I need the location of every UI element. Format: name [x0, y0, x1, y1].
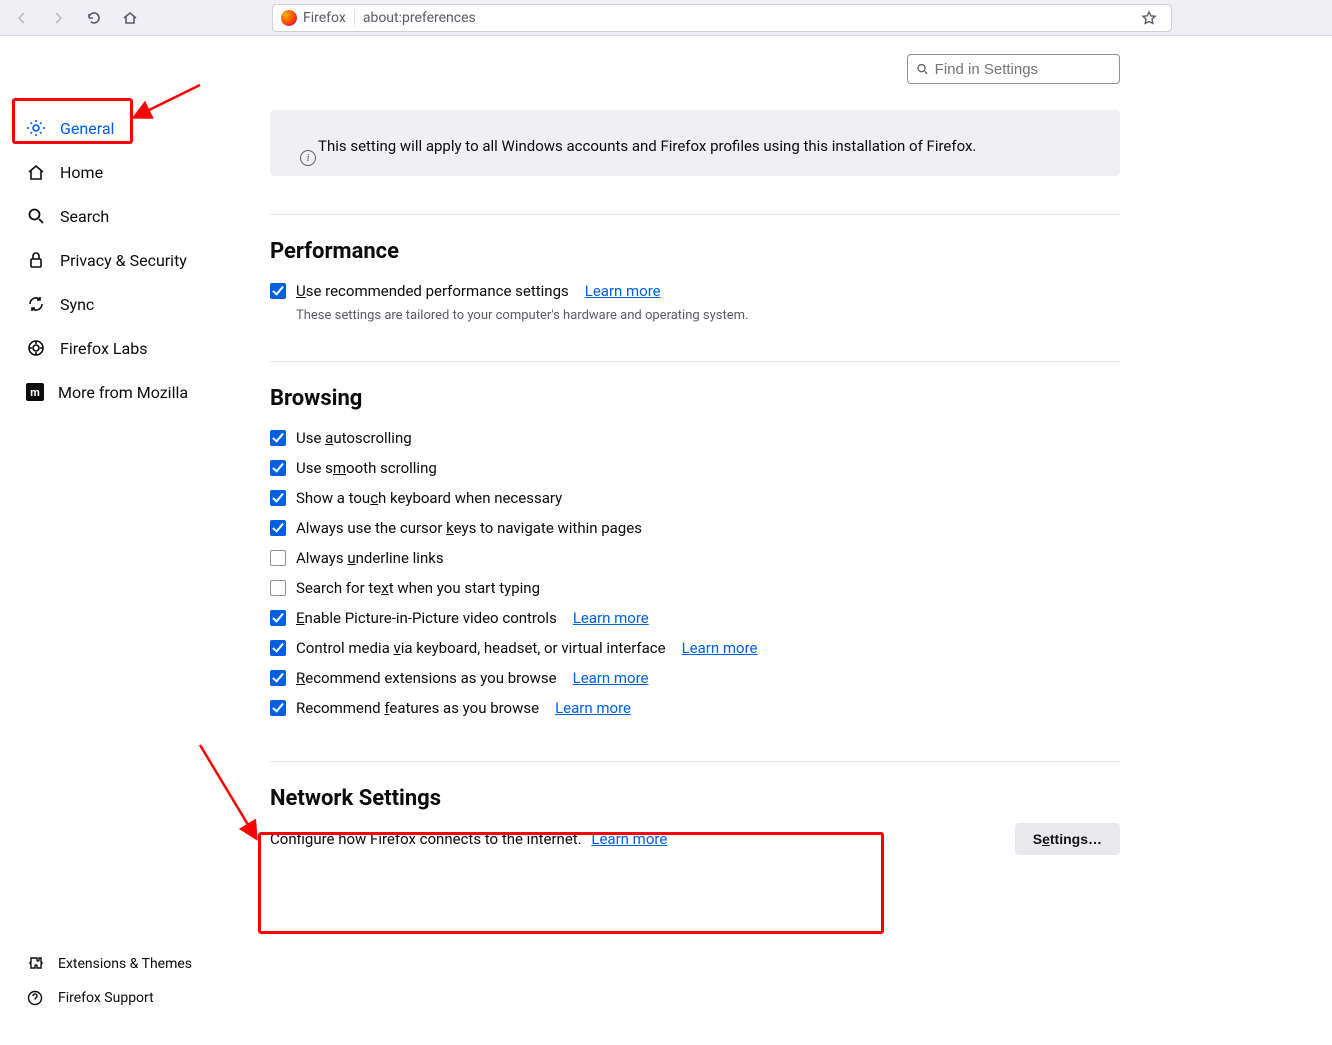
- help-icon: [26, 989, 44, 1007]
- find-in-settings[interactable]: [907, 54, 1120, 84]
- browsing-row: Recommend extensions as you browse Learn …: [270, 663, 1120, 693]
- url-text: about:preferences: [363, 10, 476, 26]
- browsing-row: Enable Picture-in-Picture video controls…: [270, 603, 1120, 633]
- browsing-learn-more-6[interactable]: Learn more: [573, 609, 649, 627]
- browsing-label-4[interactable]: Always underline links: [296, 549, 444, 567]
- network-learn-more[interactable]: Learn more: [591, 830, 667, 848]
- browsing-label-1[interactable]: Use smooth scrolling: [296, 459, 437, 477]
- browsing-learn-more-7[interactable]: Learn more: [682, 639, 758, 657]
- browsing-checkbox-5[interactable]: [270, 580, 286, 596]
- network-desc: Configure how Firefox connects to the in…: [270, 830, 582, 848]
- perf-recommended-row: Use recommended performance settings Lea…: [270, 276, 1120, 306]
- reload-button[interactable]: [80, 4, 108, 32]
- browsing-row: Control media via keyboard, headset, or …: [270, 633, 1120, 663]
- sync-icon: [26, 294, 46, 314]
- home-button[interactable]: [116, 4, 144, 32]
- url-bar[interactable]: Firefox about:preferences: [272, 4, 1172, 32]
- browsing-checkbox-1[interactable]: [270, 460, 286, 476]
- link-label: Firefox Support: [58, 990, 154, 1006]
- info-icon: i: [300, 150, 316, 166]
- browsing-label-3[interactable]: Always use the cursor keys to navigate w…: [296, 519, 642, 537]
- browsing-label-0[interactable]: Use autoscrolling: [296, 429, 412, 447]
- browsing-checkbox-7[interactable]: [270, 640, 286, 656]
- puzzle-icon: [26, 955, 44, 973]
- perf-learn-more[interactable]: Learn more: [585, 282, 661, 300]
- sidebar-item-sync[interactable]: Sync: [0, 282, 240, 326]
- sidebar-item-label: Privacy & Security: [60, 251, 187, 270]
- browsing-row: Use smooth scrolling: [270, 453, 1120, 483]
- gear-icon: [26, 118, 46, 138]
- browsing-checkbox-9[interactable]: [270, 700, 286, 716]
- category-sidebar: General Home Search Privacy & Security S…: [0, 36, 240, 1045]
- home-icon: [26, 162, 46, 182]
- sidebar-item-label: Search: [60, 207, 109, 226]
- flask-icon: [26, 338, 46, 358]
- browsing-learn-more-8[interactable]: Learn more: [573, 669, 649, 687]
- browsing-checkbox-3[interactable]: [270, 520, 286, 536]
- browsing-checkbox-6[interactable]: [270, 610, 286, 626]
- back-button[interactable]: [8, 4, 36, 32]
- sidebar-item-home[interactable]: Home: [0, 150, 240, 194]
- browsing-learn-more-9[interactable]: Learn more: [555, 699, 631, 717]
- sidebar-item-general[interactable]: General: [0, 106, 240, 150]
- perf-recommended-label[interactable]: Use recommended performance settings: [296, 282, 569, 300]
- browsing-checkbox-4[interactable]: [270, 550, 286, 566]
- browser-toolbar: Firefox about:preferences: [0, 0, 1332, 36]
- browsing-label-8[interactable]: Recommend extensions as you browse: [296, 669, 557, 687]
- search-icon: [916, 62, 929, 76]
- divider: [270, 214, 1120, 215]
- sidebar-item-label: Home: [60, 163, 103, 182]
- sidebar-item-label: Sync: [60, 295, 94, 314]
- info-box: i This setting will apply to all Windows…: [270, 110, 1120, 176]
- sidebar-item-privacy[interactable]: Privacy & Security: [0, 238, 240, 282]
- extensions-themes-link[interactable]: Extensions & Themes: [0, 947, 240, 981]
- sidebar-item-label: General: [60, 119, 114, 138]
- firefox-logo-icon: [281, 10, 297, 26]
- browsing-row: Show a touch keyboard when necessary: [270, 483, 1120, 513]
- divider: [270, 761, 1120, 762]
- main-content: i This setting will apply to all Windows…: [240, 36, 1160, 1045]
- browsing-row: Recommend features as you browse Learn mo…: [270, 693, 1120, 723]
- sidebar-item-labs[interactable]: Firefox Labs: [0, 326, 240, 370]
- network-settings-button[interactable]: Settings…: [1015, 823, 1120, 855]
- forward-button[interactable]: [44, 4, 72, 32]
- identity-label: Firefox: [303, 10, 346, 26]
- browsing-label-7[interactable]: Control media via keyboard, headset, or …: [296, 639, 666, 657]
- browsing-title: Browsing: [270, 386, 1120, 411]
- browsing-checkbox-2[interactable]: [270, 490, 286, 506]
- search-icon: [26, 206, 46, 226]
- sidebar-item-more-mozilla[interactable]: m More from Mozilla: [0, 370, 240, 414]
- browsing-row: Always underline links: [270, 543, 1120, 573]
- network-row: Configure how Firefox connects to the in…: [270, 823, 1120, 855]
- sidebar-item-search[interactable]: Search: [0, 194, 240, 238]
- mozilla-icon: m: [26, 383, 44, 401]
- lock-icon: [26, 250, 46, 270]
- browsing-label-9[interactable]: Recommend features as you browse: [296, 699, 539, 717]
- perf-recommended-checkbox[interactable]: [270, 283, 286, 299]
- network-title: Network Settings: [270, 786, 1120, 811]
- browsing-checkbox-0[interactable]: [270, 430, 286, 446]
- browsing-label-2[interactable]: Show a touch keyboard when necessary: [296, 489, 562, 507]
- find-input[interactable]: [935, 61, 1111, 78]
- firefox-support-link[interactable]: Firefox Support: [0, 981, 240, 1015]
- sidebar-item-label: More from Mozilla: [58, 383, 188, 402]
- sidebar-item-label: Firefox Labs: [60, 339, 147, 358]
- performance-title: Performance: [270, 239, 1120, 264]
- bookmark-star-icon[interactable]: [1135, 4, 1163, 32]
- browsing-label-6[interactable]: Enable Picture-in-Picture video controls: [296, 609, 557, 627]
- browsing-checkbox-8[interactable]: [270, 670, 286, 686]
- identity-box: Firefox: [281, 10, 355, 26]
- perf-subtext: These settings are tailored to your comp…: [296, 308, 1120, 323]
- link-label: Extensions & Themes: [58, 956, 192, 972]
- browsing-row: Use autoscrolling: [270, 423, 1120, 453]
- browsing-label-5[interactable]: Search for text when you start typing: [296, 579, 540, 597]
- divider: [270, 361, 1120, 362]
- info-text: This setting will apply to all Windows a…: [318, 137, 976, 155]
- browsing-row: Always use the cursor keys to navigate w…: [270, 513, 1120, 543]
- browsing-row: Search for text when you start typing: [270, 573, 1120, 603]
